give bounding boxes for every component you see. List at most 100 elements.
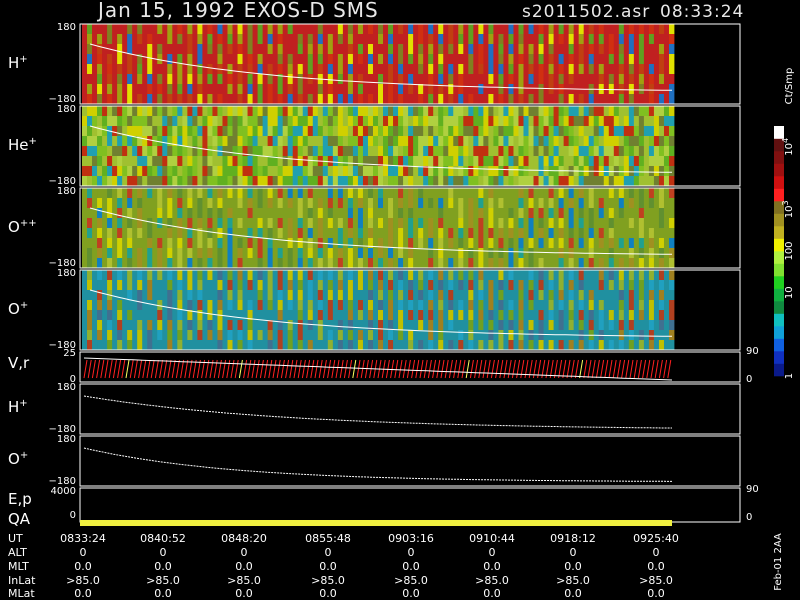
spectro-cell (393, 218, 399, 229)
spectro-cell (342, 300, 349, 311)
spectro-cell (242, 290, 248, 301)
spectro-cell (92, 106, 98, 117)
spectro-cell (287, 188, 294, 199)
spectro-cell (362, 300, 369, 311)
spectro-cell (653, 218, 660, 229)
spectro-cell (498, 166, 504, 177)
spectro-cell (167, 228, 173, 239)
spectro-cell (297, 218, 304, 229)
spectro-cell (322, 136, 329, 147)
spectro-cell (538, 54, 544, 65)
spectro-cell (117, 34, 123, 45)
spectro-cell (658, 54, 665, 65)
spectro-cell (633, 74, 640, 85)
spectro-cell (147, 290, 153, 301)
spectro-cell (638, 116, 645, 127)
spectro-cell (538, 218, 544, 229)
spectro-cell (643, 166, 650, 177)
spectro-cell (663, 188, 670, 199)
footer-cell: 0.0 (647, 560, 665, 573)
spectro-cell (473, 248, 479, 259)
spectro-cell (202, 116, 208, 127)
spectro-cell (623, 94, 630, 105)
spectro-cell (262, 258, 269, 269)
spectro-cell (262, 24, 269, 35)
spectro-cell (583, 218, 590, 229)
spectro-cell (538, 248, 544, 259)
spectro-cell (548, 176, 554, 187)
spectro-cell (147, 176, 153, 187)
line-panels: 180−180H+180−180O+ (8, 382, 741, 487)
spectro-cell (127, 156, 133, 167)
spectro-cell (107, 166, 113, 177)
spectro-cell (588, 116, 595, 127)
spectro-cell (97, 126, 103, 137)
spectro-cell (162, 146, 168, 157)
spectro-cell (453, 188, 459, 199)
spectro-cell (137, 24, 143, 35)
spectro-cell (287, 24, 294, 35)
spectro-cell (97, 94, 103, 105)
spectro-cell (132, 94, 138, 105)
spectro-cell (393, 258, 399, 269)
spectro-cell (623, 330, 630, 341)
footer-cell: 0 (325, 546, 332, 559)
spectro-cell (413, 290, 419, 301)
spectro-cell (372, 248, 379, 259)
spectro-cell (503, 218, 509, 229)
spectro-cell (142, 300, 148, 311)
spectro-cell (628, 44, 635, 55)
spectro-cell (262, 136, 269, 147)
spectro-cell (433, 64, 439, 75)
spectro-cell (167, 310, 173, 321)
spectro-cell (102, 54, 108, 65)
spectro-cell (247, 218, 253, 229)
spectro-cell (638, 290, 645, 301)
spectro-cell (87, 64, 93, 75)
spectro-cell (428, 198, 434, 209)
spectro-cell (578, 74, 585, 85)
spectro-cell (322, 54, 329, 65)
spectro-cell (458, 34, 464, 45)
spectro-cell (433, 136, 439, 147)
footer-cell: 0855:48 (305, 532, 351, 545)
spectro-cell (157, 94, 163, 105)
spectro-cell (463, 198, 469, 209)
spectro-cell (668, 310, 675, 321)
spectro-cell (413, 218, 419, 229)
spectro-cell (408, 208, 414, 219)
spectro-cell (463, 94, 469, 105)
spectro-cell (97, 156, 103, 167)
spectro-cell (147, 258, 153, 269)
spectro-cell (488, 330, 494, 341)
y-max-label: 180 (57, 268, 76, 279)
spectro-cell (453, 106, 459, 117)
spectro-cell (398, 340, 404, 351)
spectro-cell (618, 24, 625, 35)
spectro-cell (403, 208, 409, 219)
spectro-cell (327, 320, 334, 331)
spectro-cell (543, 208, 549, 219)
spectro-cell (388, 330, 394, 341)
spectro-cell (553, 258, 560, 269)
spectro-cell (543, 310, 549, 321)
spectro-cell (593, 310, 600, 321)
spectro-cell (498, 280, 504, 291)
spectro-cell (352, 24, 359, 35)
spectro-cell (463, 330, 469, 341)
spectro-cell (483, 238, 489, 249)
footer-cell: >85.0 (556, 574, 590, 587)
spectro-cell (107, 84, 113, 95)
spectro-cell (663, 258, 670, 269)
spectro-cell (503, 136, 509, 147)
spectro-cell (272, 84, 279, 95)
spectro-cell (583, 44, 590, 55)
spectro-cell (292, 54, 299, 65)
spectro-cell (518, 320, 524, 331)
spectro-cell (237, 290, 243, 301)
spectro-cell (623, 300, 630, 311)
spectro-cell (538, 188, 544, 199)
spectro-cell (588, 310, 595, 321)
spectro-cell (112, 136, 118, 147)
spectro-cell (322, 228, 329, 239)
